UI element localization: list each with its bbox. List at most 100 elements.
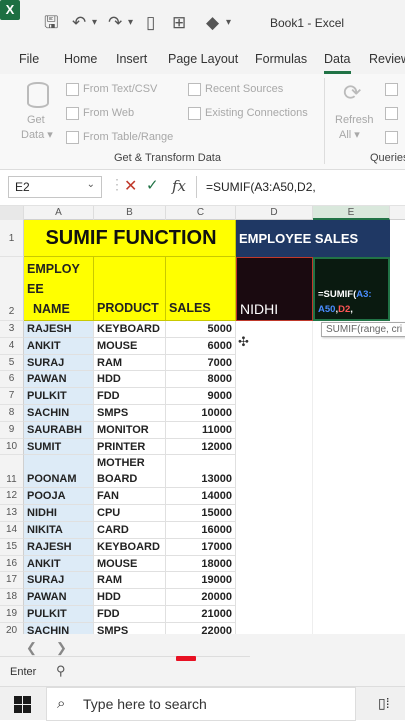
refresh-all-button[interactable]: ⟳ Refresh All ▾ — [334, 80, 374, 146]
header-product[interactable]: PRODUCT — [94, 257, 166, 321]
row-header[interactable]: 15 — [0, 538, 24, 556]
customize-toolbar-icon[interactable]: ▾ — [226, 13, 231, 33]
cell-sales[interactable]: 14000 — [166, 488, 236, 506]
save-icon[interactable]: 🖫 — [44, 13, 58, 33]
row-header[interactable]: 12 — [0, 488, 24, 506]
prev-sheet-icon[interactable]: ❮ — [26, 640, 37, 656]
cell-empty[interactable] — [236, 505, 313, 522]
column-header-d[interactable]: D — [236, 206, 313, 220]
tab-data[interactable]: Data — [324, 52, 350, 66]
cell-sales[interactable]: 19000 — [166, 572, 236, 590]
row-header[interactable]: 11 — [0, 455, 24, 489]
redo-dropdown-icon[interactable]: ▾ — [128, 13, 133, 33]
existing-connections-button[interactable]: Existing Connections — [205, 107, 308, 119]
row-header[interactable]: 9 — [0, 421, 24, 439]
cell-product[interactable]: RAM — [94, 354, 166, 372]
cell-sales[interactable]: 17000 — [166, 538, 236, 556]
cell-employee-name[interactable]: SURAJ — [24, 354, 94, 372]
tab-file[interactable]: File — [19, 52, 39, 66]
cell-sales[interactable]: 10000 — [166, 405, 236, 422]
cell-empty[interactable] — [236, 572, 313, 590]
cell-empty[interactable] — [236, 421, 313, 439]
row-header[interactable]: 6 — [0, 371, 24, 389]
tab-formulas[interactable]: Formulas — [255, 52, 307, 66]
cell-product[interactable]: MOTHER BOARD — [94, 455, 166, 489]
from-table-range-button[interactable]: From Table/Range — [83, 131, 173, 143]
title-cell[interactable]: SUMIF FUNCTION — [24, 220, 236, 257]
redo-icon[interactable]: ↷ — [108, 13, 122, 33]
cell-empty[interactable] — [236, 488, 313, 506]
next-sheet-icon[interactable]: ❯ — [56, 640, 67, 656]
worksheet-grid[interactable]: A B C D E 1 SUMIF FUNCTION EMPLOYEE SALE… — [0, 206, 405, 634]
cell-product[interactable]: PRINTER — [94, 438, 166, 456]
row-header[interactable]: 17 — [0, 572, 24, 590]
cell-empty[interactable] — [236, 555, 313, 573]
windows-start-icon[interactable] — [14, 696, 31, 713]
column-header-c[interactable]: C — [166, 206, 236, 220]
from-text-csv-button[interactable]: From Text/CSV — [83, 83, 157, 95]
cell-employee-name[interactable]: POOJA — [24, 488, 94, 506]
cell-employee-name[interactable]: PAWAN — [24, 589, 94, 606]
new-file-icon[interactable]: ▯ — [146, 13, 155, 33]
cell-empty[interactable] — [236, 337, 313, 355]
borders-icon[interactable]: ⊞ — [172, 13, 186, 33]
tab-page-layout[interactable]: Page Layout — [168, 52, 238, 66]
cell-empty[interactable] — [236, 606, 313, 623]
row-header[interactable]: 18 — [0, 589, 24, 606]
row-header[interactable]: 20 — [0, 622, 24, 634]
cell-sales[interactable]: 16000 — [166, 522, 236, 539]
cell-employee-name[interactable]: NIKITA — [24, 522, 94, 539]
cell-product[interactable]: RAM — [94, 572, 166, 590]
tab-review[interactable]: Review — [369, 52, 405, 66]
get-data-button[interactable]: Get Data ▾ — [18, 80, 60, 146]
row-header[interactable]: 13 — [0, 505, 24, 522]
cell-employee-name[interactable]: POONAM — [24, 455, 94, 489]
tab-home[interactable]: Home — [64, 52, 97, 66]
cell-sales[interactable]: 8000 — [166, 371, 236, 389]
cell-employee-name[interactable]: SURAJ — [24, 572, 94, 590]
row-header[interactable]: 10 — [0, 438, 24, 456]
cell-empty[interactable] — [236, 405, 313, 422]
cell-product[interactable]: HDD — [94, 371, 166, 389]
row-header[interactable]: 4 — [0, 337, 24, 355]
cell-sales[interactable]: 6000 — [166, 337, 236, 355]
column-header-a[interactable]: A — [24, 206, 94, 220]
cell-sales[interactable]: 18000 — [166, 555, 236, 573]
formula-input[interactable]: =SUMIF(A3:A50,D2, — [206, 180, 316, 194]
cell-empty[interactable] — [236, 589, 313, 606]
cell-empty[interactable] — [236, 371, 313, 389]
row-header[interactable]: 2 — [0, 257, 24, 321]
cell-sales[interactable]: 13000 — [166, 455, 236, 489]
row-header[interactable]: 7 — [0, 388, 24, 405]
cell-e2-active[interactable]: =SUMIF(A3: A50,D2, — [313, 257, 390, 321]
cell-product[interactable]: SMPS — [94, 622, 166, 634]
cell-product[interactable]: FDD — [94, 388, 166, 405]
cell-d2[interactable]: NIDHI — [236, 257, 313, 321]
row-header[interactable]: 5 — [0, 354, 24, 372]
cell-product[interactable]: CPU — [94, 505, 166, 522]
taskbar-search[interactable]: ⌕ Type here to search — [46, 687, 356, 721]
row-header[interactable]: 1 — [0, 220, 24, 257]
task-view-icon[interactable]: ▯⁞ — [378, 695, 390, 712]
header-sales[interactable]: SALES — [166, 257, 236, 321]
cell-sales[interactable]: 7000 — [166, 354, 236, 372]
cell-employee-name[interactable]: SACHIN — [24, 622, 94, 634]
cell-employee-name[interactable]: SUMIT — [24, 438, 94, 456]
cell-sales[interactable]: 22000 — [166, 622, 236, 634]
cell-employee-name[interactable]: PULKIT — [24, 606, 94, 623]
employee-sales-header[interactable]: EMPLOYEE SALES — [236, 220, 390, 257]
cell-sales[interactable]: 9000 — [166, 388, 236, 405]
row-header[interactable]: 8 — [0, 405, 24, 422]
cell-empty[interactable] — [236, 522, 313, 539]
cell-employee-name[interactable]: RAJESH — [24, 538, 94, 556]
cell-product[interactable]: HDD — [94, 589, 166, 606]
undo-dropdown-icon[interactable]: ▾ — [92, 13, 97, 33]
column-header-b[interactable]: B — [94, 206, 166, 220]
cell-employee-name[interactable]: SAURABH — [24, 421, 94, 439]
cell-employee-name[interactable]: SACHIN — [24, 405, 94, 422]
cell-empty[interactable] — [236, 622, 313, 634]
enter-icon[interactable]: ✓ — [146, 176, 159, 194]
cell-empty[interactable] — [236, 438, 313, 456]
tab-insert[interactable]: Insert — [116, 52, 147, 66]
cell-product[interactable]: MONITOR — [94, 421, 166, 439]
